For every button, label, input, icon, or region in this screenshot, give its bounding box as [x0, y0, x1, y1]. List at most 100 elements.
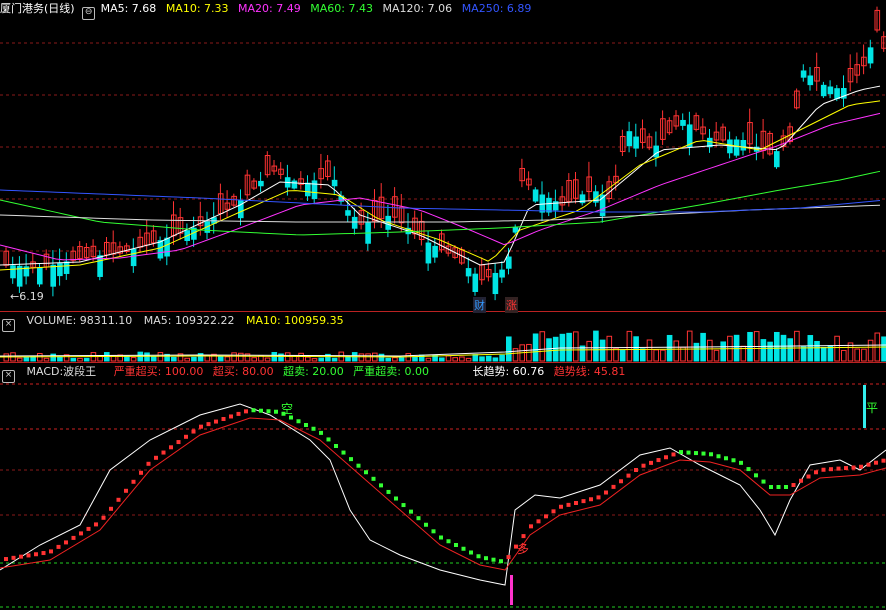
signal-dot [859, 464, 863, 469]
signal-dot [191, 429, 196, 434]
price-chart [0, 6, 886, 301]
volume-bar [646, 339, 653, 362]
volume-bar [841, 349, 847, 362]
volume-bar [666, 334, 673, 362]
candle-body [633, 136, 639, 149]
signal-dot [559, 504, 563, 509]
signal-dot [619, 479, 623, 484]
candle-body [733, 139, 740, 156]
signal-dot [596, 495, 601, 500]
signal-dot [649, 460, 653, 465]
signal-dot [446, 539, 451, 544]
signal-dot [409, 509, 413, 514]
volume-bar [800, 346, 807, 362]
volume-bar [130, 357, 137, 362]
volume-bar [439, 357, 445, 362]
chart-title: 厦门港务(日线) [0, 2, 75, 15]
signal-dot [791, 483, 796, 488]
signal-dot [319, 430, 323, 435]
volume-chart [0, 330, 886, 362]
marker-cai: 财 [473, 297, 486, 313]
signal-dot [589, 497, 593, 502]
signal-dot [604, 490, 608, 495]
candle-body [157, 240, 164, 259]
signal-dot [379, 483, 383, 488]
signal-dot [814, 470, 818, 475]
volume-bar [311, 358, 318, 362]
candle-body [774, 151, 780, 168]
chart-canvas[interactable] [0, 0, 886, 610]
volume-bar [506, 336, 512, 362]
signal-dot [101, 515, 106, 520]
trend-line-curve [0, 417, 886, 571]
volume-bar [720, 341, 727, 362]
candle-body [291, 180, 298, 189]
volume-bar [512, 348, 519, 362]
signal-dot [544, 514, 548, 519]
volume-bar [640, 348, 646, 362]
signal-dot [679, 450, 683, 455]
volume-bar [77, 357, 83, 362]
signal-dot [671, 452, 676, 457]
signal-dot [296, 419, 301, 424]
volume-bar [23, 356, 30, 362]
volume-ma5-value: MA5: 109322.22 [143, 314, 235, 327]
collapse-icon[interactable]: ⊖ [82, 7, 96, 20]
volume-bar [626, 330, 633, 362]
long-trend-line [0, 403, 886, 586]
signal-dot [731, 458, 736, 463]
signal-dot [806, 474, 811, 479]
long-trend: 长趋势: 60.76 [472, 365, 545, 378]
ma120-value: MA120: 7.06 [382, 2, 453, 15]
signal-dot [461, 546, 466, 551]
candle-body [834, 88, 840, 100]
volume-bar [124, 355, 130, 362]
signal-dot [49, 549, 53, 554]
ma5-value: MA5: 7.68 [100, 2, 157, 15]
volume-bar [787, 338, 794, 362]
candle-body [492, 272, 499, 295]
panel-divider [0, 362, 886, 363]
candle-body [867, 47, 874, 64]
signal-dot [26, 553, 31, 558]
collapse-icon[interactable]: × [2, 319, 15, 332]
signal-dot [124, 488, 128, 493]
volume-ma [0, 344, 886, 357]
signal-dot [739, 460, 743, 465]
signal-dot [86, 526, 91, 531]
signal-dot [229, 414, 233, 419]
signal-dot [139, 470, 143, 475]
signal-dot [116, 497, 121, 502]
signal-dot [266, 409, 271, 414]
volume-bar [264, 357, 271, 362]
signal-dot [799, 478, 803, 483]
buy-signal-bar [510, 575, 513, 605]
signal-dot [349, 457, 353, 462]
candle-body [626, 131, 633, 147]
signal-dot [851, 465, 856, 470]
signal-dot [386, 489, 391, 494]
signal-dot [251, 408, 256, 413]
volume-bar [50, 353, 57, 362]
signal-dot [551, 509, 556, 514]
signal-dot [64, 540, 68, 545]
volume-bar [365, 353, 371, 362]
volume-bar [150, 356, 157, 362]
volume-bar [465, 357, 472, 362]
signal-dot [71, 535, 76, 540]
candle-body [680, 119, 686, 126]
volume-bar [298, 352, 304, 362]
volume-bar [217, 356, 224, 362]
signal-dot [709, 452, 713, 457]
collapse-icon[interactable]: × [2, 370, 15, 383]
signal-dot [79, 531, 83, 536]
volume-bar [881, 336, 886, 362]
candle-body [546, 197, 552, 213]
signal-dot [656, 458, 661, 463]
low-price-label: ←6.19 [10, 290, 44, 303]
signal-dot [326, 437, 331, 442]
signal-dot [401, 503, 406, 508]
signal-dot [371, 476, 376, 481]
annotation-kong: 空 [281, 402, 294, 416]
candle-body [653, 145, 660, 158]
